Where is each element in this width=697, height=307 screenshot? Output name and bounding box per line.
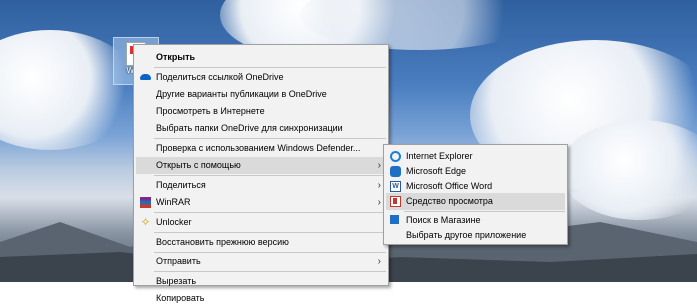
menu-item-open[interactable]: Открыть [136,49,386,66]
word-icon: W [390,181,401,192]
chevron-right-icon: › [377,256,381,267]
context-menu: Открыть Поделиться ссылкой OneDrive Друг… [133,44,389,303]
menu-item-label: Открыть [156,52,196,62]
menu-item-label: Отправить [156,256,201,266]
menu-item-unlocker[interactable]: ✧ Unlocker [136,214,386,231]
menu-item-label: Поделиться ссылкой OneDrive [156,72,284,82]
winrar-icon [140,197,151,208]
submenu-item-label: Microsoft Edge [406,166,467,176]
menu-separator [154,271,386,272]
submenu-item-label: Поиск в Магазине [406,215,481,225]
edge-icon [390,166,401,177]
open-with-submenu: Internet Explorer Microsoft Edge W Micro… [383,144,568,245]
menu-item-label: Проверка с использованием Windows Defend… [156,143,361,153]
viewer-icon [390,196,401,207]
chevron-right-icon: › [377,197,381,208]
menu-item-open-with[interactable]: Открыть с помощью › [136,157,386,174]
menu-item-choose-onedrive-folders[interactable]: Выбрать папки OneDrive для синхронизации [136,120,386,137]
chevron-right-icon: › [377,180,381,191]
menu-item-onedrive-more-options[interactable]: Другие варианты публикации в OneDrive [136,86,386,103]
submenu-item-viewer[interactable]: Средство просмотра [386,193,565,210]
menu-item-winrar[interactable]: WinRAR › [136,194,386,211]
store-icon [390,215,399,224]
menu-item-label: Просмотреть в Интернете [156,106,265,116]
menu-separator [154,212,386,213]
menu-item-label: Копировать [156,293,205,303]
menu-separator [154,232,386,233]
submenu-item-choose-app[interactable]: Выбрать другое приложение [386,227,565,244]
menu-item-scan-defender[interactable]: Проверка с использованием Windows Defend… [136,140,386,157]
unlocker-icon: ✧ [140,215,151,229]
menu-item-label: Выбрать папки OneDrive для синхронизации [156,123,343,133]
onedrive-icon [140,74,151,80]
submenu-item-label: Выбрать другое приложение [406,230,527,240]
menu-item-label: Другие варианты публикации в OneDrive [156,89,327,99]
menu-item-share[interactable]: Поделиться › [136,177,386,194]
chevron-right-icon: › [377,160,381,171]
internet-explorer-icon [390,151,401,162]
menu-item-send-to[interactable]: Отправить › [136,253,386,270]
menu-separator [154,138,386,139]
submenu-item-label: Средство просмотра [406,196,493,206]
menu-item-view-online[interactable]: Просмотреть в Интернете [136,103,386,120]
menu-item-share-onedrive-link[interactable]: Поделиться ссылкой OneDrive [136,69,386,86]
menu-item-label: Unlocker [156,217,192,227]
menu-item-copy[interactable]: Копировать [136,290,386,307]
menu-item-label: WinRAR [156,197,191,207]
menu-item-restore-version[interactable]: Восстановить прежнюю версию [136,234,386,251]
menu-item-label: Поделиться [156,180,206,190]
menu-item-label: Открыть с помощью [156,160,241,170]
menu-item-label: Восстановить прежнюю версию [156,237,289,247]
submenu-item-label: Internet Explorer [406,151,473,161]
menu-item-label: Вырезать [156,276,197,286]
submenu-item-label: Microsoft Office Word [406,181,493,191]
menu-separator [154,175,386,176]
menu-separator [154,67,386,68]
